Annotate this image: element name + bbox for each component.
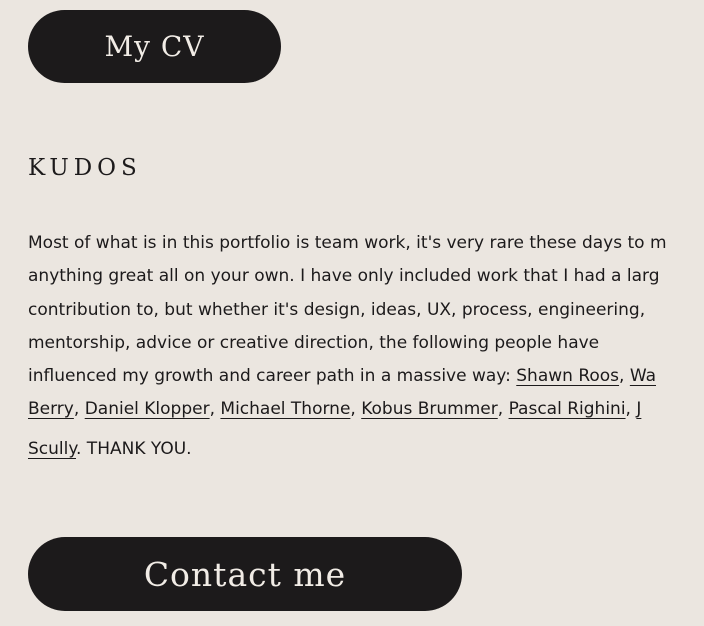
contact-me-button-label: Contact me (143, 554, 347, 594)
my-cv-button[interactable]: My CV (28, 10, 281, 83)
person-link-scully[interactable]: Scully (28, 439, 76, 459)
kudos-line-6: Berry, Daniel Klopper, Michael Thorne, K… (28, 399, 642, 420)
thank-you-text: . THANK YOU. (76, 438, 192, 459)
contact-me-button[interactable]: Contact me (28, 537, 462, 611)
my-cv-button-label: My CV (104, 30, 205, 63)
person-link-wa[interactable]: Wa (630, 366, 656, 386)
person-link-shawn-roos[interactable]: Shawn Roos (516, 366, 619, 386)
kudos-line-2: anything great all on your own. I have o… (28, 266, 660, 287)
kudos-line-7: Scully. THANK YOU. (28, 433, 704, 466)
kudos-line-1: Most of what is in this portfolio is tea… (28, 233, 667, 253)
person-link-michael-thorne[interactable]: Michael Thorne (220, 399, 350, 419)
kudos-heading: KUDOS (28, 155, 142, 181)
person-link-pascal-righini[interactable]: Pascal Righini (509, 399, 626, 419)
kudos-line-5-text: influenced my growth and career path in … (28, 366, 517, 387)
person-link-berry[interactable]: Berry (28, 399, 74, 419)
person-link-daniel-klopper[interactable]: Daniel Klopper (85, 399, 210, 419)
person-link-j[interactable]: J (636, 399, 641, 419)
kudos-line-3: contribution to, but whether it's design… (28, 299, 646, 320)
kudos-paragraph: Most of what is in this portfolio is tea… (28, 227, 704, 466)
person-link-kobus-brummer[interactable]: Kobus Brummer (361, 399, 498, 419)
kudos-line-4: mentorship, advice or creative direction… (28, 332, 600, 353)
kudos-line-5: influenced my growth and career path in … (28, 366, 656, 387)
